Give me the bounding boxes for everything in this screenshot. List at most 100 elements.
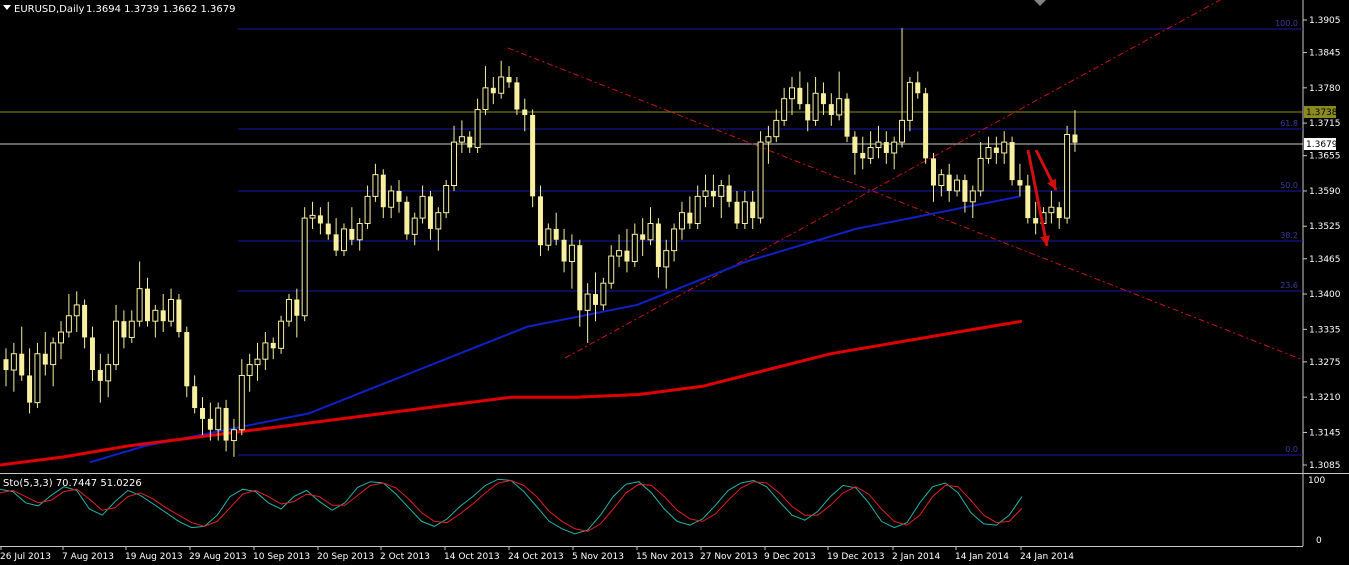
candle-body-bull — [671, 228, 678, 252]
candle-body-bull — [875, 141, 882, 149]
candle-body-bull — [73, 304, 80, 317]
candle-body-bear — [514, 82, 520, 110]
candle-body-bull — [238, 374, 245, 431]
candle-body-bull — [168, 298, 175, 322]
candle-body-bull — [757, 141, 764, 219]
high-line-price-tag-text: 1.3738 — [1306, 108, 1338, 118]
candle-body-bull — [105, 364, 112, 382]
candle-body-bear — [1025, 185, 1031, 219]
candle-body-bull — [262, 342, 269, 360]
candle-body-bear — [380, 174, 386, 208]
candle-body-bull — [498, 76, 505, 94]
time-axis-label: 20 Sep 2013 — [317, 552, 374, 562]
candle-body-bull — [789, 87, 795, 100]
candle-body-bear — [27, 375, 33, 403]
price-chart[interactable]: 100.0 61.8 50.0 38.2 23.6 0.0 1.3905 1.3845 1.3… — [0, 0, 1349, 565]
candle-body-bear — [176, 299, 182, 333]
candle-body-bull — [1048, 206, 1055, 214]
candle-body-bull — [10, 353, 17, 371]
candle-body-bear — [915, 82, 921, 94]
candle-body-bear — [160, 310, 166, 322]
candle-body-bull — [568, 244, 575, 262]
candle-body-bear — [993, 147, 999, 153]
candle-body-bull — [309, 214, 316, 219]
candle-body-bear — [734, 201, 740, 224]
candle-body-bull — [647, 223, 654, 241]
candle-body-bull — [301, 217, 308, 317]
candle-body-bear — [687, 212, 693, 224]
time-axis-label: 14 Jan 2014 — [955, 552, 1009, 562]
candle-body-bull — [765, 136, 772, 143]
candle-body-bull — [246, 364, 253, 376]
time-axis-label: 19 Aug 2013 — [125, 552, 183, 562]
candle-body-bull — [34, 353, 41, 404]
time-axis-label: 7 Aug 2013 — [62, 552, 114, 562]
candle-body-bear — [270, 342, 276, 349]
candle-body-bull — [1001, 141, 1008, 154]
candle-body-bull — [364, 195, 371, 225]
candle-body-bull — [584, 293, 591, 311]
candle-body-bear — [192, 386, 198, 409]
candle-body-bull — [977, 157, 984, 192]
symbol-label: EURUSD,Daily — [14, 4, 85, 15]
candle-body-bull — [631, 233, 638, 262]
candle-body-bear — [797, 87, 803, 105]
candle-body-bear — [1056, 207, 1062, 219]
candle-body-bear — [537, 196, 543, 246]
time-axis-label: 19 Dec 2013 — [827, 552, 885, 562]
candle-body-bull — [545, 228, 552, 246]
candle-body-bull — [1064, 134, 1071, 219]
candle-body-bull — [954, 179, 961, 192]
candle-body-bear — [710, 190, 716, 197]
candle-body-bear — [396, 190, 402, 202]
price-axis-label: 1.3525 — [1309, 222, 1341, 232]
fib-level-label: 61.8 — [1280, 119, 1298, 128]
price-axis-label: 1.3905 — [1309, 16, 1341, 26]
candle-body-bear — [750, 201, 756, 219]
candle-body-bull — [906, 81, 913, 121]
price-axis-label: 1.3400 — [1309, 290, 1341, 300]
candle-body-bull — [152, 309, 159, 322]
price-axis-label: 1.3145 — [1309, 428, 1341, 438]
candle-body-bull — [812, 92, 819, 121]
time-axis-label: 24 Jan 2014 — [1020, 552, 1074, 562]
price-axis-label: 1.3210 — [1309, 393, 1341, 403]
candle-body-bear — [223, 408, 229, 441]
candle-body-bull — [215, 407, 222, 431]
stochastic-label: Sto(5,3,3) 70.7447 51.0226 — [3, 478, 142, 489]
candle-body-bull — [663, 250, 670, 268]
candle-body-bear — [89, 337, 95, 371]
candle-body-bear — [530, 114, 536, 197]
time-axis-label: 29 Aug 2013 — [189, 552, 247, 562]
candle-body-bear — [184, 332, 190, 387]
candle-body-bull — [411, 217, 418, 235]
price-axis-label: 1.3780 — [1309, 84, 1341, 94]
candle-body-bear — [624, 250, 630, 262]
candle-body-bull — [899, 119, 906, 143]
candle-body-bear — [852, 136, 858, 153]
candle-body-bull — [678, 212, 685, 230]
candle-body-bull — [600, 282, 607, 306]
candle-body-bear — [506, 76, 512, 83]
candle-body-bear — [325, 223, 331, 235]
candle-body-bear — [349, 228, 355, 240]
candle-body-bull — [254, 358, 261, 366]
candle-body-bull — [113, 320, 120, 366]
candle-body-bull — [616, 250, 623, 257]
candle-body-bear — [1072, 134, 1078, 143]
candle-body-bear — [200, 408, 205, 419]
candle-body-bull — [867, 147, 874, 159]
candle-body-bear — [522, 109, 528, 115]
candle-body-bull — [451, 141, 458, 187]
candle-body-bear — [294, 299, 300, 316]
time-axis-label: 26 Jul 2013 — [0, 552, 51, 562]
candle-body-bear — [317, 215, 323, 224]
candle-body-bull — [781, 98, 788, 121]
price-axis-label: 1.3275 — [1309, 358, 1341, 368]
time-axis-label: 15 Nov 2013 — [636, 552, 694, 562]
candle-body-bear — [121, 321, 127, 338]
candle-body-bear — [553, 228, 559, 240]
candle-body-bear — [1017, 180, 1023, 186]
candle-body-bull — [702, 190, 709, 197]
candle-body-bear — [923, 93, 929, 159]
